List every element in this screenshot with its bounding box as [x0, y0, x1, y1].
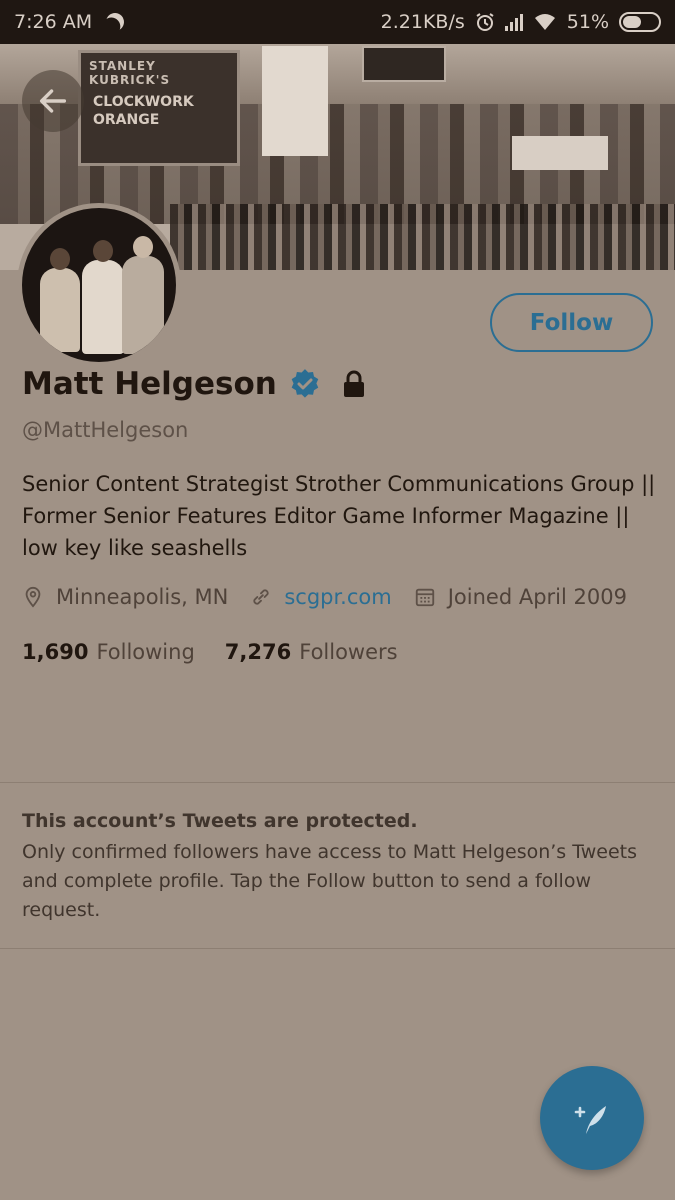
location-item: Minneapolis, MN [22, 585, 228, 609]
joined-text: Joined April 2009 [447, 585, 627, 609]
following-count[interactable]: 1,690 Following [22, 640, 195, 664]
profile-meta-row: Minneapolis, MN scgpr.com Joined April 2… [22, 585, 649, 609]
profile-handle: @MattHelgeson [22, 418, 189, 442]
followers-number: 7,276 [224, 640, 292, 664]
compose-feather-icon [574, 1106, 606, 1134]
location-text: Minneapolis, MN [56, 585, 229, 609]
divider [0, 782, 675, 783]
status-bar: 7:26 AM 2.21KB/s 51% [0, 0, 675, 44]
protected-body: Only confirmed followers have access to … [22, 841, 637, 921]
display-name: Matt Helgeson [22, 366, 277, 402]
verified-badge-icon [291, 369, 319, 398]
follow-button[interactable]: Follow [490, 293, 653, 352]
compose-tweet-button[interactable] [540, 1066, 644, 1170]
location-pin-icon [25, 586, 41, 608]
moon-icon [104, 10, 127, 33]
battery-percent: 51% [566, 11, 609, 33]
wifi-icon [534, 14, 555, 30]
arrow-left-icon [39, 89, 67, 113]
followers-label: Followers [299, 640, 398, 664]
following-number: 1,690 [22, 640, 89, 664]
back-button[interactable] [22, 70, 84, 132]
lock-icon [343, 370, 364, 397]
profile-screen: 7:26 AM 2.21KB/s 51% STANLEY KUBRICK'S C [0, 0, 675, 1200]
avatar[interactable] [17, 203, 181, 367]
protected-title: This account’s Tweets are protected. [22, 810, 418, 832]
website-link[interactable]: scgpr.com [284, 585, 391, 609]
network-speed: 2.21KB/s [380, 11, 465, 33]
signal-icon [504, 13, 523, 31]
follow-counts: 1,690 Following 7,276 Followers [22, 640, 398, 664]
profile-name-row: Matt Helgeson [22, 366, 369, 402]
banner-theater-sign: STANLEY KUBRICK'S CLOCKWORK ORANGE [78, 50, 240, 166]
followers-count[interactable]: 7,276 Followers [225, 640, 398, 664]
status-time: 7:26 AM [14, 11, 93, 33]
joined-item: Joined April 2009 [414, 585, 627, 609]
link-icon [253, 589, 269, 605]
profile-bio: Senior Content Strategist Strother Commu… [22, 472, 656, 560]
divider [0, 948, 675, 949]
alarm-icon [476, 13, 494, 31]
battery-icon [619, 12, 661, 32]
following-label: Following [96, 640, 195, 664]
protected-notice: This account’s Tweets are protected. Onl… [22, 810, 652, 925]
calendar-icon [415, 588, 434, 607]
website-item[interactable]: scgpr.com [250, 585, 392, 609]
